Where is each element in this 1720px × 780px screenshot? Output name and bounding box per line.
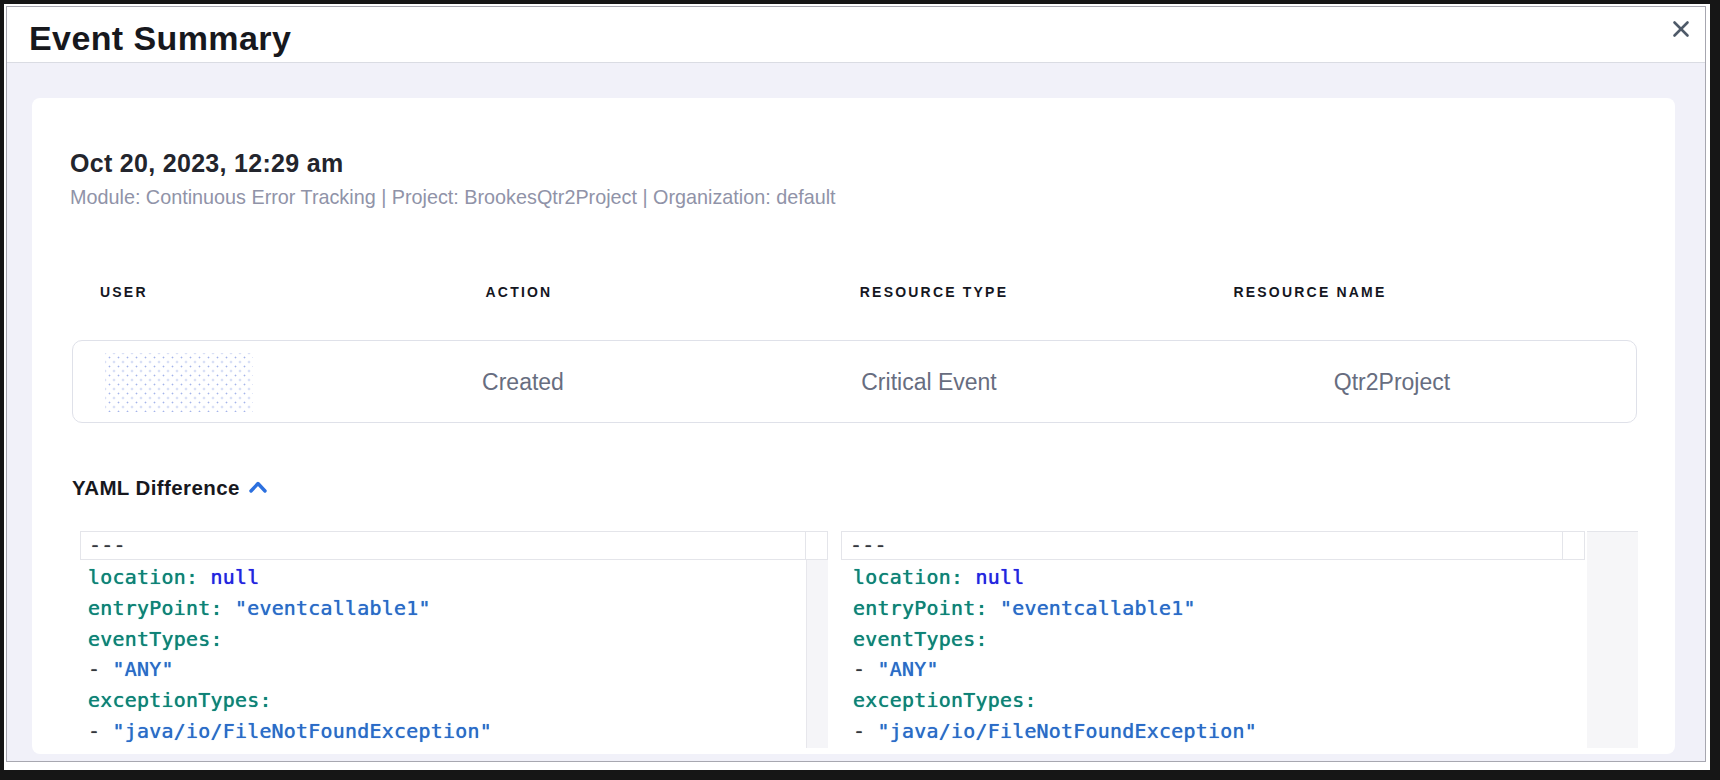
yaml-left-header-text: --- — [81, 532, 805, 558]
yaml-left-scrollbar-track[interactable] — [806, 560, 828, 748]
yaml-right-header-row[interactable]: --- — [841, 531, 1563, 560]
close-button[interactable] — [1667, 15, 1695, 43]
resource-name-cell: Qtr2Project — [1334, 368, 1450, 395]
modal-title: Event Summary — [29, 17, 291, 59]
column-header-user: USER — [100, 284, 148, 300]
event-table-row: Created Critical Event Qtr2Project — [72, 340, 1637, 423]
yaml-right-scrollbar-track[interactable] — [1587, 531, 1638, 748]
close-icon — [1672, 20, 1690, 38]
yaml-difference-label: YAML Difference — [72, 476, 240, 500]
modal: Event Summary Oct 20, 2023, 12:29 am Mod… — [7, 7, 1705, 761]
yaml-right-scroll-corner[interactable] — [1562, 531, 1585, 560]
event-card: Oct 20, 2023, 12:29 am Module: Continuou… — [32, 98, 1675, 754]
yaml-left-header-row[interactable]: --- — [80, 531, 806, 560]
resource-type-cell: Critical Event — [861, 368, 996, 395]
modal-header: Event Summary — [7, 7, 1705, 62]
yaml-left-scroll-corner[interactable] — [805, 531, 828, 560]
action-cell: Created — [482, 368, 564, 395]
modal-body: Oct 20, 2023, 12:29 am Module: Continuou… — [7, 63, 1705, 761]
yaml-right-header-text: --- — [842, 532, 1562, 558]
event-timestamp: Oct 20, 2023, 12:29 am — [70, 149, 343, 178]
event-summary-modal: Event Summary Oct 20, 2023, 12:29 am Mod… — [0, 0, 1720, 780]
chevron-up-icon[interactable] — [248, 479, 268, 495]
column-header-resource-type: RESOURCE TYPE — [860, 284, 1008, 300]
yaml-pane-right[interactable]: location: nullentryPoint: "eventcallable… — [853, 562, 1257, 747]
column-header-action: ACTION — [486, 284, 553, 300]
event-metadata: Module: Continuous Error Tracking | Proj… — [70, 185, 836, 209]
user-redacted-pattern — [105, 353, 253, 412]
yaml-pane-left[interactable]: location: nullentryPoint: "eventcallable… — [88, 562, 492, 747]
column-header-resource-name: RESOURCE NAME — [1233, 284, 1386, 300]
